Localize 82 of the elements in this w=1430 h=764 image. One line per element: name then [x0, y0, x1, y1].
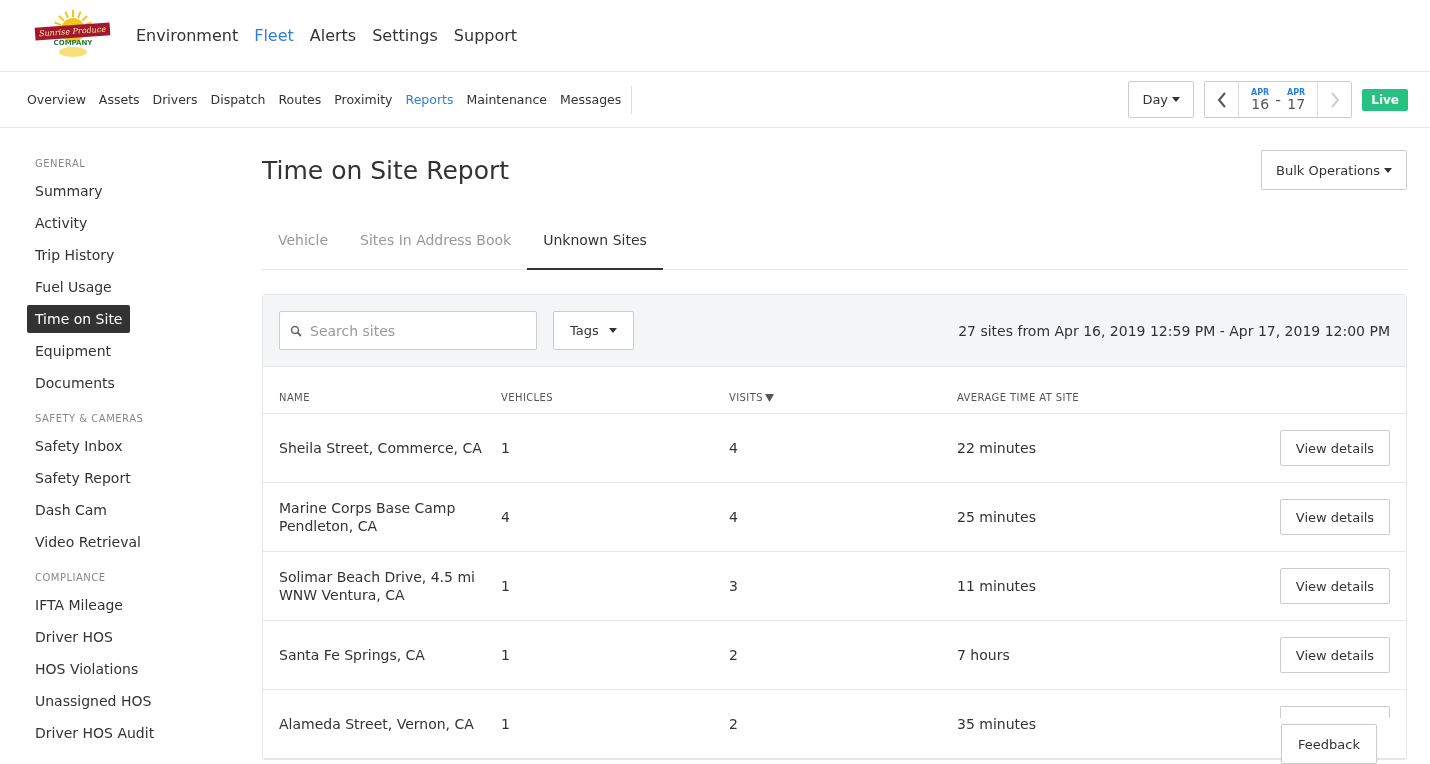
- nav-link[interactable]: Support: [453, 26, 518, 45]
- sidebar-item[interactable]: HOS Violations: [27, 655, 147, 683]
- sidebar-item[interactable]: Activity: [27, 209, 96, 237]
- caret-icon: [608, 328, 617, 333]
- caret-icon: [1384, 167, 1392, 173]
- sidebar-item[interactable]: Trip History: [27, 241, 123, 269]
- column-header[interactable]: AVERAGE TIME AT SITE: [957, 392, 1260, 403]
- table-cell-text: Alameda Street, Vernon, CA: [279, 715, 475, 733]
- subnav-link[interactable]: Maintenance: [466, 92, 547, 107]
- table-cell-text: 1: [501, 715, 511, 733]
- nav-link[interactable]: Fleet: [254, 26, 294, 45]
- column-header[interactable]: VISITS: [729, 392, 957, 403]
- sidebar-item[interactable]: Driver HOS Audit: [27, 719, 163, 747]
- table-cell-text: 22 minutes: [957, 439, 1037, 457]
- sidebar-item[interactable]: Summary: [27, 177, 111, 205]
- view-details-button[interactable]: View details: [1280, 637, 1390, 673]
- subnav-link[interactable]: Proximity: [334, 92, 393, 107]
- nav-link[interactable]: Settings: [372, 26, 438, 45]
- sidebar-heading: GENERAL: [34, 158, 87, 169]
- nav-link[interactable]: Alerts: [309, 26, 357, 45]
- subnav-link[interactable]: Routes: [278, 92, 322, 107]
- subnav-link[interactable]: Messages: [559, 92, 622, 107]
- sidebar-item[interactable]: Safety Report: [27, 464, 139, 492]
- table-cell-text: 11 minutes: [957, 577, 1037, 595]
- start-day: 16: [1251, 96, 1270, 111]
- sidebar-item[interactable]: Documents: [27, 369, 123, 397]
- table-cell-text: 7 hours: [957, 646, 1011, 664]
- table-cell-text: Solimar Beach Drive, 4.5 mi WNW Ventura, CA: [279, 568, 476, 604]
- table-cell-text: 1: [501, 577, 511, 595]
- sidebar-heading: COMPLIANCE: [34, 572, 107, 583]
- table-cell-text: Santa Fe Springs, CA: [279, 646, 426, 664]
- start-month: APR: [1251, 88, 1270, 97]
- sidebar-item[interactable]: Video Retrieval: [27, 528, 149, 556]
- sort-icon: [764, 393, 774, 402]
- page-title: Time on Site Report: [262, 155, 510, 185]
- sidebar-item[interactable]: Driver HOS: [27, 623, 121, 651]
- search-icon: [290, 325, 302, 337]
- table-cell-text: 3: [729, 577, 739, 595]
- table-cell-text: 35 minutes: [957, 715, 1037, 733]
- chevron-right-icon: [1329, 91, 1340, 108]
- bulk-operations-button[interactable]: Bulk Operations: [1261, 150, 1407, 190]
- sidebar-heading: SAFETY & CAMERAS: [34, 413, 145, 424]
- subnav-link[interactable]: Drivers: [152, 92, 198, 107]
- sidebar-item[interactable]: Dash Cam: [27, 496, 115, 524]
- table-cell-text: 4: [729, 508, 739, 526]
- table-cell-text: 2: [729, 715, 739, 733]
- table-cell-text: 1: [501, 439, 511, 457]
- view-details-button[interactable]: View details: [1280, 499, 1390, 535]
- end-month: APR: [1287, 88, 1306, 97]
- range-dropdown[interactable]: Day: [1128, 81, 1195, 118]
- nav-link[interactable]: Environment: [136, 26, 239, 45]
- sidebar-item[interactable]: Equipment: [27, 337, 119, 365]
- chevron-left-icon: [1216, 91, 1227, 108]
- tab[interactable]: Unknown Sites: [527, 210, 663, 270]
- table-cell-text: 25 minutes: [957, 508, 1037, 526]
- view-details-button[interactable]: View details: [1280, 430, 1390, 466]
- end-day: 17: [1287, 96, 1306, 111]
- sidebar-item[interactable]: IFTA Mileage: [27, 591, 131, 619]
- table-cell-text: 2: [729, 646, 739, 664]
- sidebar-item[interactable]: Unassigned HOS: [27, 687, 160, 715]
- table-cell-text: Sheila Street, Commerce, CA: [279, 439, 483, 457]
- subnav-link[interactable]: Reports: [405, 92, 454, 107]
- sidebar-item[interactable]: Safety Inbox: [27, 432, 131, 460]
- tags-dropdown[interactable]: Tags: [553, 311, 634, 350]
- date-separator: -: [1275, 90, 1282, 109]
- column-header[interactable]: VEHICLES: [501, 392, 729, 403]
- summary-text: 27 sites from Apr 16, 2019 12:59 PM - Apr 17, 2019 12:00 PM: [958, 322, 1390, 339]
- sidebar-item[interactable]: Time on Site: [27, 305, 131, 333]
- caret-icon: [1172, 97, 1181, 102]
- table-cell-text: 4: [729, 439, 739, 457]
- table-cell-text: 1: [501, 646, 511, 664]
- button-edge[interactable]: [1280, 706, 1390, 718]
- subnav-link[interactable]: Dispatch: [210, 92, 266, 107]
- subnav-link[interactable]: Assets: [98, 92, 140, 107]
- search-field[interactable]: Search sites: [279, 311, 537, 350]
- table-cell-text: 4: [501, 508, 511, 526]
- view-details-button[interactable]: View details: [1280, 568, 1390, 604]
- feedback-button[interactable]: Feedback: [1281, 724, 1377, 764]
- sidebar-item[interactable]: Fuel Usage: [27, 273, 120, 301]
- column-header[interactable]: NAME: [279, 392, 501, 403]
- table-cell-text: Marine Corps Base Camp Pendleton, CA: [279, 499, 457, 535]
- subnav-link[interactable]: Overview: [27, 92, 86, 107]
